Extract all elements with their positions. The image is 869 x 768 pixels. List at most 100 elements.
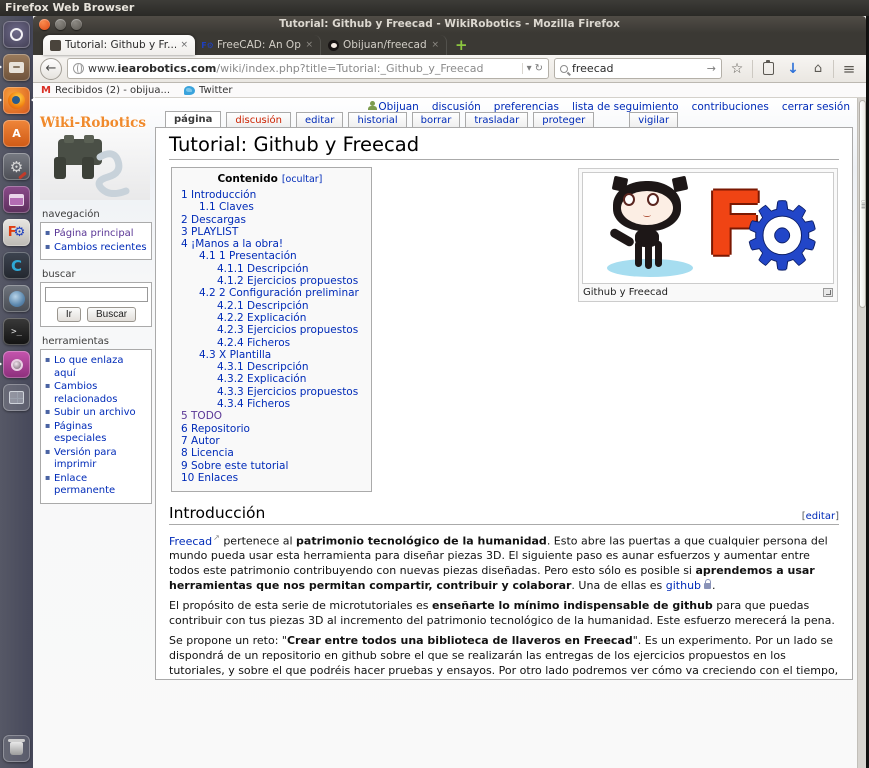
- section-heading-row: Introducción [editar]: [169, 504, 839, 525]
- launcher-icon-software-center[interactable]: A: [3, 120, 30, 147]
- search-bar[interactable]: freecad →: [554, 58, 722, 79]
- bookmark-star-icon[interactable]: ☆: [727, 61, 747, 77]
- tab-borrar[interactable]: borrar: [412, 112, 461, 127]
- toc-item[interactable]: 4.2.2 Explicación: [181, 312, 359, 324]
- go-button[interactable]: Ir: [57, 307, 81, 322]
- toc-item[interactable]: 4.2.1 Descripción: [181, 300, 359, 312]
- unity-top-panel: Firefox Web Browser: [0, 0, 869, 16]
- launcher-icon-system-settings[interactable]: ⚙: [3, 153, 30, 180]
- scrollbar-thumb[interactable]: [859, 100, 866, 308]
- launcher-icon-dash[interactable]: [3, 21, 30, 48]
- launcher-icon-terminal[interactable]: >_: [3, 318, 30, 345]
- back-button[interactable]: ←: [40, 58, 62, 80]
- toc-item[interactable]: 4.1 1 Presentación: [181, 250, 359, 262]
- menu-icon[interactable]: ≡: [839, 60, 859, 78]
- content-area: página discusión editar historial borrar…: [155, 98, 853, 680]
- clipboard-icon[interactable]: [758, 62, 778, 75]
- wiki-logo[interactable]: Wiki-Robotics: [40, 114, 150, 200]
- sidebar-link-main-page[interactable]: Página principal: [45, 228, 148, 241]
- toc-item[interactable]: 4.3 X Plantilla: [181, 349, 359, 361]
- toc-item[interactable]: 6 Repositorio: [181, 423, 359, 435]
- launcher-icon-purple-terminal[interactable]: [3, 186, 30, 213]
- toc-item[interactable]: 4.3.2 Explicación: [181, 373, 359, 385]
- enlarge-icon[interactable]: [823, 288, 833, 297]
- sidebar-link-special-pages[interactable]: Páginas especiales: [45, 421, 148, 446]
- tab-pagina[interactable]: página: [165, 111, 221, 127]
- toc-item[interactable]: 4.3.1 Descripción: [181, 361, 359, 373]
- wiki-search-input[interactable]: [45, 287, 148, 302]
- close-button[interactable]: [39, 19, 50, 30]
- cura-c-icon: C: [11, 257, 22, 275]
- launcher-icon-firefox[interactable]: [3, 87, 30, 114]
- launcher-icon-cura[interactable]: C: [3, 252, 30, 279]
- toc-item[interactable]: 4 ¡Manos a la obra!: [181, 238, 359, 250]
- toc-item[interactable]: 1 Introducción: [181, 189, 359, 201]
- tab-close-icon[interactable]: ×: [180, 40, 188, 50]
- tab-proteger[interactable]: proteger: [533, 112, 594, 127]
- downloads-icon[interactable]: ↓: [783, 61, 803, 77]
- tab-discusion[interactable]: discusión: [226, 112, 291, 127]
- toc-item[interactable]: 3 PLAYLIST: [181, 226, 359, 238]
- launcher-icon-files[interactable]: [3, 54, 30, 81]
- edit-section-link[interactable]: [editar]: [802, 511, 839, 522]
- tab-close-icon[interactable]: ×: [305, 40, 313, 50]
- bookmark-twitter[interactable]: Twitter: [184, 85, 233, 96]
- thumbnail-box[interactable]: F ⚙ Github y Freecad: [578, 168, 838, 302]
- toc-item[interactable]: 10 Enlaces: [181, 472, 359, 484]
- new-tab-button[interactable]: +: [455, 35, 468, 55]
- search-icon[interactable]: [560, 65, 568, 73]
- launcher-icon-workspace-switcher[interactable]: [3, 384, 30, 411]
- bookmark-gmail[interactable]: M Recibidos (2) - obijua...: [41, 85, 170, 96]
- tab-editar[interactable]: editar: [296, 112, 343, 127]
- toc-item[interactable]: 9 Sobre este tutorial: [181, 460, 359, 472]
- toc-item[interactable]: 4.2.3 Ejercicios propuestos: [181, 324, 359, 336]
- toc-item[interactable]: 4.1.2 Ejercicios propuestos: [181, 275, 359, 287]
- toc-item[interactable]: 5 TODO: [181, 410, 359, 422]
- tab-close-icon[interactable]: ×: [431, 40, 439, 50]
- sidebar-link-related-changes[interactable]: Cambios relacionados: [45, 381, 148, 406]
- tab-historial[interactable]: historial: [348, 112, 406, 127]
- toc-item[interactable]: 8 Licencia: [181, 447, 359, 459]
- toc-item[interactable]: 4.1.1 Descripción: [181, 263, 359, 275]
- toc-item[interactable]: 7 Autor: [181, 435, 359, 447]
- minimize-button[interactable]: [55, 19, 66, 30]
- sidebar-link-recent-changes[interactable]: Cambios recientes: [45, 242, 148, 255]
- toc-item[interactable]: 4.2.4 Ficheros: [181, 337, 359, 349]
- window-titlebar[interactable]: Tutorial: Github y Freecad - WikiRobotic…: [33, 16, 866, 33]
- launcher-icon-trash[interactable]: [3, 735, 30, 762]
- focused-indicator: [31, 97, 35, 103]
- tab-trasladar[interactable]: trasladar: [465, 112, 528, 127]
- search-input[interactable]: freecad: [572, 62, 703, 75]
- maximize-button[interactable]: [71, 19, 82, 30]
- sidebar-link-printable[interactable]: Versión para imprimir: [45, 447, 148, 472]
- sidebar-link-whatlinkshere[interactable]: Lo que enlaza aquí: [45, 355, 148, 380]
- launcher-icon-chromium[interactable]: [3, 285, 30, 312]
- toc-item[interactable]: 1.1 Claves: [181, 201, 359, 213]
- sidebar-link-permalink[interactable]: Enlace permanente: [45, 473, 148, 498]
- url-bar[interactable]: www.iearobotics.com/wiki/index.php?title…: [67, 58, 549, 79]
- launcher-icon-media-player[interactable]: [3, 351, 30, 378]
- github-freecad-image[interactable]: F ⚙: [582, 172, 834, 284]
- wiki-favicon: [50, 40, 61, 51]
- sidebar-link-upload[interactable]: Subir un archivo: [45, 407, 148, 420]
- page-scrollbar[interactable]: [857, 98, 866, 768]
- tab-github-repo[interactable]: Obijuan/freecad-key... ×: [321, 35, 447, 55]
- tab-tutorial-github-freecad[interactable]: Tutorial: Github y Fr... ×: [43, 35, 195, 55]
- reload-icon[interactable]: ↻: [535, 63, 543, 74]
- toc-hide-link[interactable]: [ocultar]: [282, 174, 323, 185]
- url-dropdown-icon[interactable]: ▾: [527, 63, 532, 74]
- search-go-icon[interactable]: →: [707, 62, 716, 75]
- home-icon[interactable]: ⌂: [808, 61, 828, 76]
- url-text[interactable]: www.iearobotics.com/wiki/index.php?title…: [88, 62, 518, 75]
- site-identity-icon[interactable]: [73, 63, 84, 74]
- toc-item[interactable]: 2 Descargas: [181, 214, 359, 226]
- github-external-link[interactable]: github: [666, 579, 701, 592]
- toc-item[interactable]: 4.3.3 Ejercicios propuestos: [181, 386, 359, 398]
- toc-item[interactable]: 4.2 2 Configuración preliminar: [181, 287, 359, 299]
- tab-vigilar[interactable]: vigilar: [629, 112, 678, 127]
- tab-freecad-site[interactable]: F⚙ FreeCAD: An Open S... ×: [195, 35, 321, 55]
- toc-item[interactable]: 4.3.4 Ficheros: [181, 398, 359, 410]
- launcher-icon-freecad[interactable]: F⚙: [3, 219, 30, 246]
- search-button[interactable]: Buscar: [87, 307, 136, 322]
- freecad-external-link[interactable]: Freecad: [169, 535, 220, 548]
